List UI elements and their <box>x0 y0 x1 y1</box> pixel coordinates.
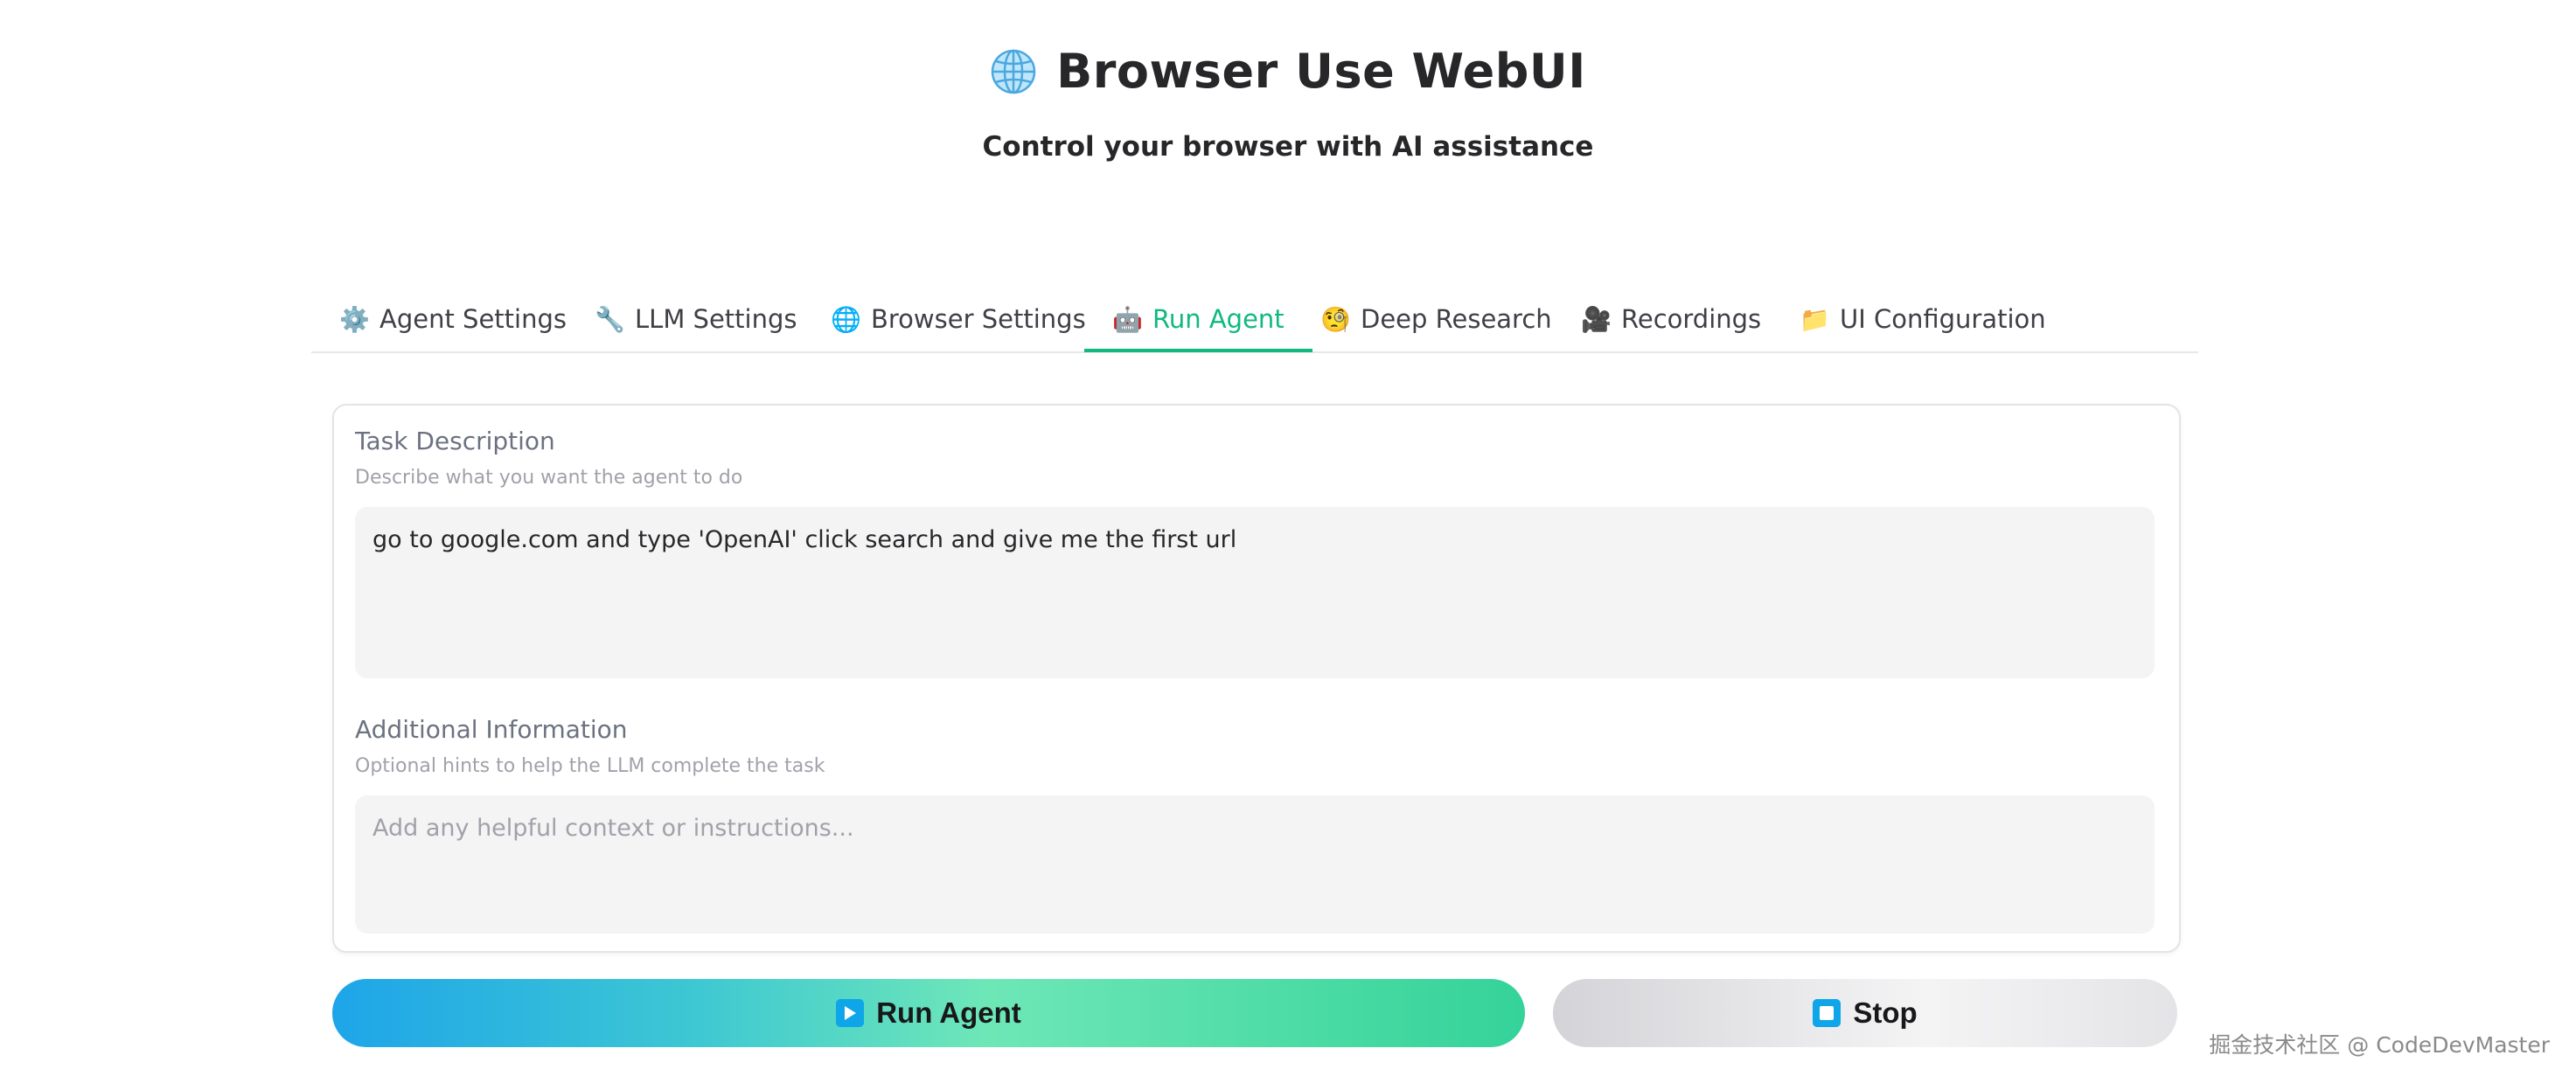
title-wrap: Browser Use WebUI <box>990 44 1586 99</box>
tab-label: Browser Settings <box>871 304 1086 334</box>
task-description-input[interactable] <box>355 507 2155 678</box>
tab-recordings[interactable]: 🎥 Recordings <box>1581 288 1761 350</box>
tab-run-agent[interactable]: 🤖 Run Agent <box>1084 288 1312 352</box>
gear-icon: ⚙️ <box>339 304 370 334</box>
tab-label: UI Configuration <box>1840 304 2046 334</box>
tab-deep-research[interactable]: 🧐 Deep Research <box>1320 288 1552 350</box>
monocle-face-icon: 🧐 <box>1320 304 1351 334</box>
additional-info-input[interactable] <box>355 795 2155 934</box>
task-description-label: Task Description <box>355 427 555 455</box>
run-agent-button[interactable]: Run Agent <box>332 979 1525 1047</box>
tab-agent-settings[interactable]: ⚙️ Agent Settings <box>339 288 567 350</box>
additional-info-hint: Optional hints to help the LLM complete … <box>355 755 825 777</box>
tab-label: Agent Settings <box>379 304 567 334</box>
stop-button[interactable]: Stop <box>1553 979 2177 1047</box>
tab-label: Recordings <box>1621 304 1762 334</box>
globe-icon: 🌐 <box>831 304 861 334</box>
watermark: 掘金技术社区 @ CodeDevMaster <box>2209 1032 2550 1058</box>
header: Browser Use WebUI <box>0 44 2576 99</box>
page: Browser Use WebUI Control your browser w… <box>0 0 2576 1083</box>
stop-icon <box>1813 999 1841 1027</box>
tab-browser-settings[interactable]: 🌐 Browser Settings <box>831 288 1086 350</box>
movie-camera-icon: 🎥 <box>1581 304 1612 334</box>
tab-label: Run Agent <box>1152 304 1285 334</box>
globe-icon <box>991 49 1036 94</box>
tab-label: Deep Research <box>1361 304 1552 334</box>
wrench-icon: 🔧 <box>595 304 625 334</box>
tab-bar: ⚙️ Agent Settings 🔧 LLM Settings 🌐 Brows… <box>311 288 2198 353</box>
additional-info-label: Additional Information <box>355 715 628 744</box>
app-title: Browser Use WebUI <box>1056 44 1586 99</box>
run-agent-form: Task Description Describe what you want … <box>332 404 2181 953</box>
tab-ui-configuration[interactable]: 📁 UI Configuration <box>1800 288 2046 350</box>
play-icon <box>836 999 865 1027</box>
app-subtitle: Control your browser with AI assistance <box>982 131 1594 163</box>
task-description-hint: Describe what you want the agent to do <box>355 467 743 489</box>
run-agent-label: Run Agent <box>876 996 1021 1029</box>
tab-label: LLM Settings <box>635 304 797 334</box>
folder-icon: 📁 <box>1800 304 1830 334</box>
stop-label: Stop <box>1853 996 1918 1029</box>
tab-llm-settings[interactable]: 🔧 LLM Settings <box>595 288 797 350</box>
robot-icon: 🤖 <box>1112 304 1143 334</box>
